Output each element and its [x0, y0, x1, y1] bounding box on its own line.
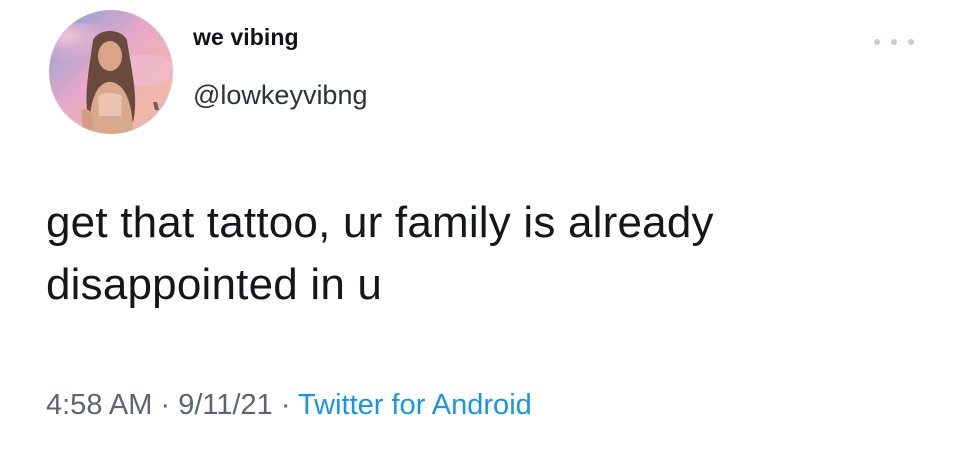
- tweet-date[interactable]: 9/11/21: [178, 389, 273, 421]
- tweet-text-line: disappointed in u: [46, 260, 383, 309]
- avatar-image: [49, 10, 173, 134]
- menu-dot: [908, 39, 914, 45]
- tweet-metadata: 4:58 AM · 9/11/21 · Twitter for Android: [46, 389, 532, 422]
- tweet-text-line: get that tattoo, ur family is already: [46, 198, 714, 247]
- display-name[interactable]: we vibing: [193, 24, 299, 51]
- tweet-card: we vibing @lowkeyvibng get that tattoo, …: [0, 0, 960, 456]
- menu-dot: [874, 39, 880, 45]
- more-dots-icon[interactable]: [874, 30, 914, 54]
- source-app-link[interactable]: Twitter for Android: [298, 389, 532, 421]
- tweet-text: get that tattoo, ur family is already di…: [46, 192, 926, 316]
- user-handle[interactable]: @lowkeyvibng: [193, 80, 368, 111]
- meta-separator: ·: [272, 389, 299, 421]
- avatar[interactable]: [49, 10, 173, 134]
- tweet-time[interactable]: 4:58 AM: [46, 389, 152, 421]
- menu-dot: [891, 39, 897, 45]
- meta-separator: ·: [152, 389, 179, 421]
